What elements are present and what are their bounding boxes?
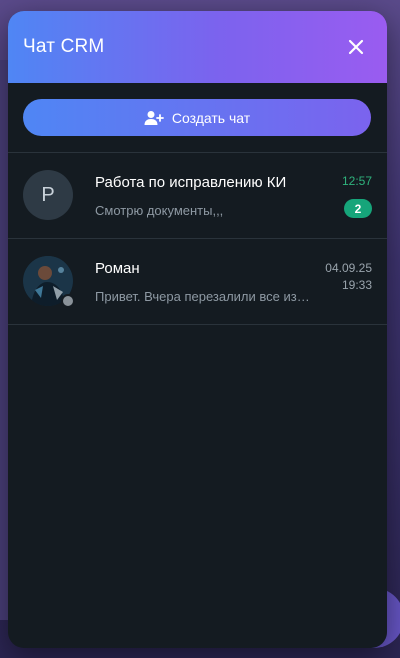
chat-time: 19:33 — [341, 278, 372, 292]
close-button[interactable] — [341, 32, 371, 62]
chat-body: Работа по исправлению КИ Смотрю документ… — [95, 170, 334, 218]
chat-list-item[interactable]: Роман Привет. Вчера перезалили все измен… — [8, 239, 387, 325]
chat-last-message: Привет. Вчера перезалили все изменения — [95, 289, 317, 304]
chat-name: Работа по исправлению КИ — [95, 174, 287, 191]
avatar-letter: Р — [23, 170, 73, 220]
chat-meta: 04.09.25 19:33 — [325, 256, 372, 294]
chat-body: Роман Привет. Вчера перезалили все измен… — [95, 256, 317, 304]
background-page-edge — [0, 60, 8, 620]
create-chat-button[interactable]: Создать чат — [23, 99, 371, 136]
user-plus-icon — [144, 110, 164, 125]
chat-title: Чат CRM — [23, 36, 105, 57]
chat-meta: 12:57 2 — [342, 170, 372, 218]
chat-panel: Чат CRM Создать чат Р Работа по исправле… — [8, 11, 387, 648]
chat-time: 12:57 — [341, 174, 372, 188]
unread-badge: 2 — [344, 199, 372, 218]
avatar — [23, 256, 75, 308]
close-icon — [348, 39, 364, 55]
create-chat-label: Создать чат — [171, 109, 251, 126]
chat-list: Р Работа по исправлению КИ Смотрю докуме… — [8, 153, 387, 648]
chat-name: Роман — [95, 260, 140, 277]
create-chat-section: Создать чат — [8, 83, 387, 153]
avatar: Р — [23, 170, 73, 220]
chat-list-item[interactable]: Р Работа по исправлению КИ Смотрю докуме… — [8, 153, 387, 239]
chat-date: 04.09.25 — [325, 261, 372, 275]
offline-status-dot — [61, 294, 75, 308]
chat-header: Чат CRM — [8, 11, 387, 83]
chat-last-message: Смотрю документы,,, — [95, 203, 224, 218]
